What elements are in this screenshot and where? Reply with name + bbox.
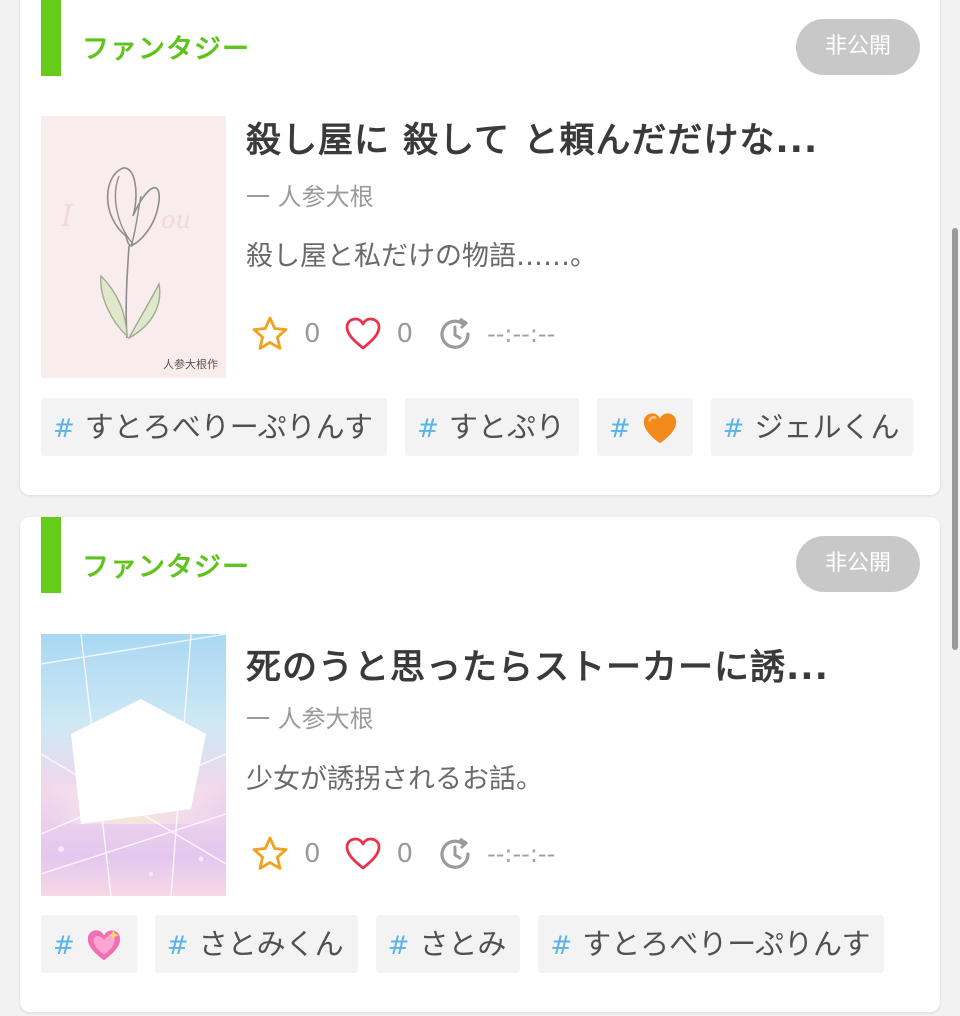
pastel-sky-illustration <box>41 634 226 896</box>
hash-icon: # <box>53 414 75 444</box>
sparkling-pink-heart-emoji-icon <box>87 929 120 961</box>
svg-text:ou: ou <box>161 206 191 234</box>
tag-chip[interactable]: # ジェルくん <box>710 398 914 456</box>
hash-icon: # <box>417 414 439 444</box>
cover-image[interactable]: I ou 人参大根作 <box>41 116 226 378</box>
update-clock-icon <box>440 837 470 869</box>
tag-label: ジェルくん <box>754 410 900 444</box>
genre-label[interactable]: ファンタジー <box>82 545 250 584</box>
novel-description: 少女が誘拐されるお話。 <box>246 764 543 795</box>
novel-title[interactable]: 死のうと思ったらストーカーに誘... <box>246 639 916 690</box>
heart-icon[interactable] <box>343 834 383 874</box>
tag-chip[interactable]: # すとろべりーぷりんす <box>41 398 388 456</box>
tag-list: # すとろべりーぷりんす # すとぷり # # ジェルくん <box>41 398 940 456</box>
tag-label: すとぷり <box>448 410 565 444</box>
tag-label: さとみ <box>419 927 507 961</box>
update-clock-icon <box>440 317 470 349</box>
status-badge: 非公開 <box>796 536 920 592</box>
hash-icon: # <box>722 414 745 444</box>
genre-accent-bar <box>41 0 61 76</box>
novel-title[interactable]: 殺し屋に 殺して と頼んだだけな... <box>246 112 916 163</box>
updated-time: --:--:-- <box>487 840 556 868</box>
orange-heart-emoji-icon <box>643 413 676 444</box>
novel-card[interactable]: ファンタジー 非公開 死のうと思ったらストーカーに誘... 一 人参大根 少女が… <box>20 517 940 1012</box>
hash-icon: # <box>387 931 410 961</box>
genre-label[interactable]: ファンタジー <box>82 27 250 66</box>
tag-chip[interactable]: # さとみくん <box>154 915 358 973</box>
like-count: 0 <box>396 839 414 869</box>
novel-card[interactable]: ファンタジー 非公開 I ou 人参大根作 殺し屋に 殺して と頼んだだけな..… <box>20 0 940 495</box>
tulip-illustration: I ou 人参大根作 <box>41 116 226 378</box>
status-badge: 非公開 <box>796 19 920 75</box>
stats-row: 0 0 --:--:-- <box>250 832 555 876</box>
like-count: 0 <box>396 319 414 349</box>
tag-chip[interactable]: # すとぷり <box>405 398 579 456</box>
star-count: 0 <box>304 319 321 349</box>
hash-icon: # <box>53 931 75 961</box>
tag-list: # # さとみくん # さとみ # すとろべりーぷりんす <box>41 915 940 973</box>
tag-label: すとろべりーぷりんす <box>84 410 374 444</box>
hash-icon: # <box>608 414 631 444</box>
hash-icon: # <box>166 931 189 961</box>
updated-time: --:--:-- <box>487 320 556 348</box>
hash-icon: # <box>550 931 573 961</box>
scrollbar-thumb[interactable] <box>952 228 958 650</box>
tag-label: さとみくん <box>198 927 344 961</box>
genre-accent-bar <box>41 517 61 593</box>
author-name[interactable]: 一 人参大根 <box>246 177 374 212</box>
svg-text:I: I <box>60 199 74 234</box>
novel-list-page: ファンタジー 非公開 I ou 人参大根作 殺し屋に 殺して と頼んだだけな..… <box>0 0 960 1016</box>
star-icon[interactable] <box>250 834 290 874</box>
cover-image[interactable] <box>41 634 226 896</box>
tag-label: すとろべりーぷりんす <box>582 927 871 961</box>
novel-description: 殺し屋と私だけの物語……。 <box>246 241 597 272</box>
tag-chip[interactable]: # さとみ <box>375 915 521 973</box>
stats-row: 0 0 --:--:-- <box>250 312 555 356</box>
star-icon[interactable] <box>250 314 290 354</box>
cover-caption: 人参大根作 <box>163 357 218 371</box>
tag-chip[interactable]: # すとろべりーぷりんす <box>538 915 885 973</box>
author-name[interactable]: 一 人参大根 <box>246 699 374 734</box>
tag-chip[interactable]: # <box>41 915 137 973</box>
star-count: 0 <box>304 839 321 869</box>
tag-chip[interactable]: # <box>596 398 693 456</box>
heart-icon[interactable] <box>343 314 383 354</box>
